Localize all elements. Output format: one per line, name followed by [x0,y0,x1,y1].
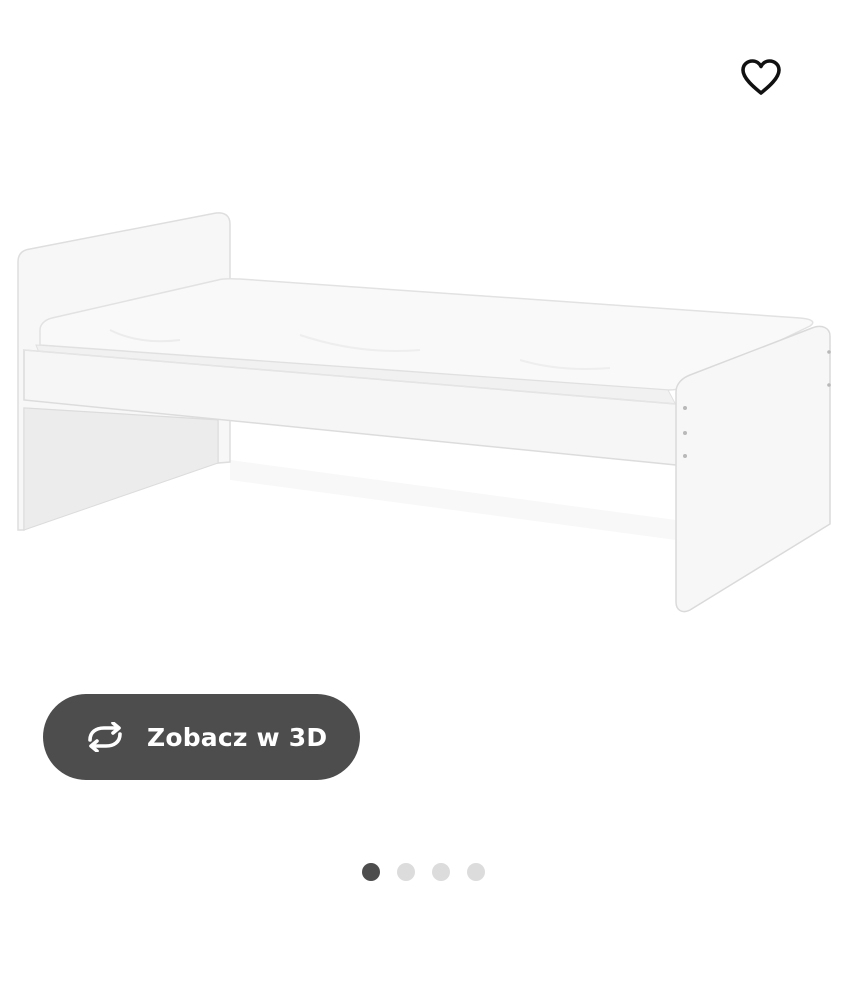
view-in-3d-label: Zobacz w 3D [147,722,328,752]
favourite-button[interactable] [736,52,786,102]
product-image-bed [17,212,831,613]
carousel-pagination [362,862,485,882]
carousel-dot-3[interactable] [432,863,450,881]
product-image-gallery: Zobacz w 3D [0,0,848,1000]
view-in-3d-button[interactable]: Zobacz w 3D [43,694,360,780]
carousel-dot-4[interactable] [467,863,485,881]
carousel-dot-1[interactable] [362,863,380,881]
heart-outline-icon [741,59,781,95]
carousel-dot-2[interactable] [397,863,415,881]
rotate-3d-icon [81,721,129,753]
